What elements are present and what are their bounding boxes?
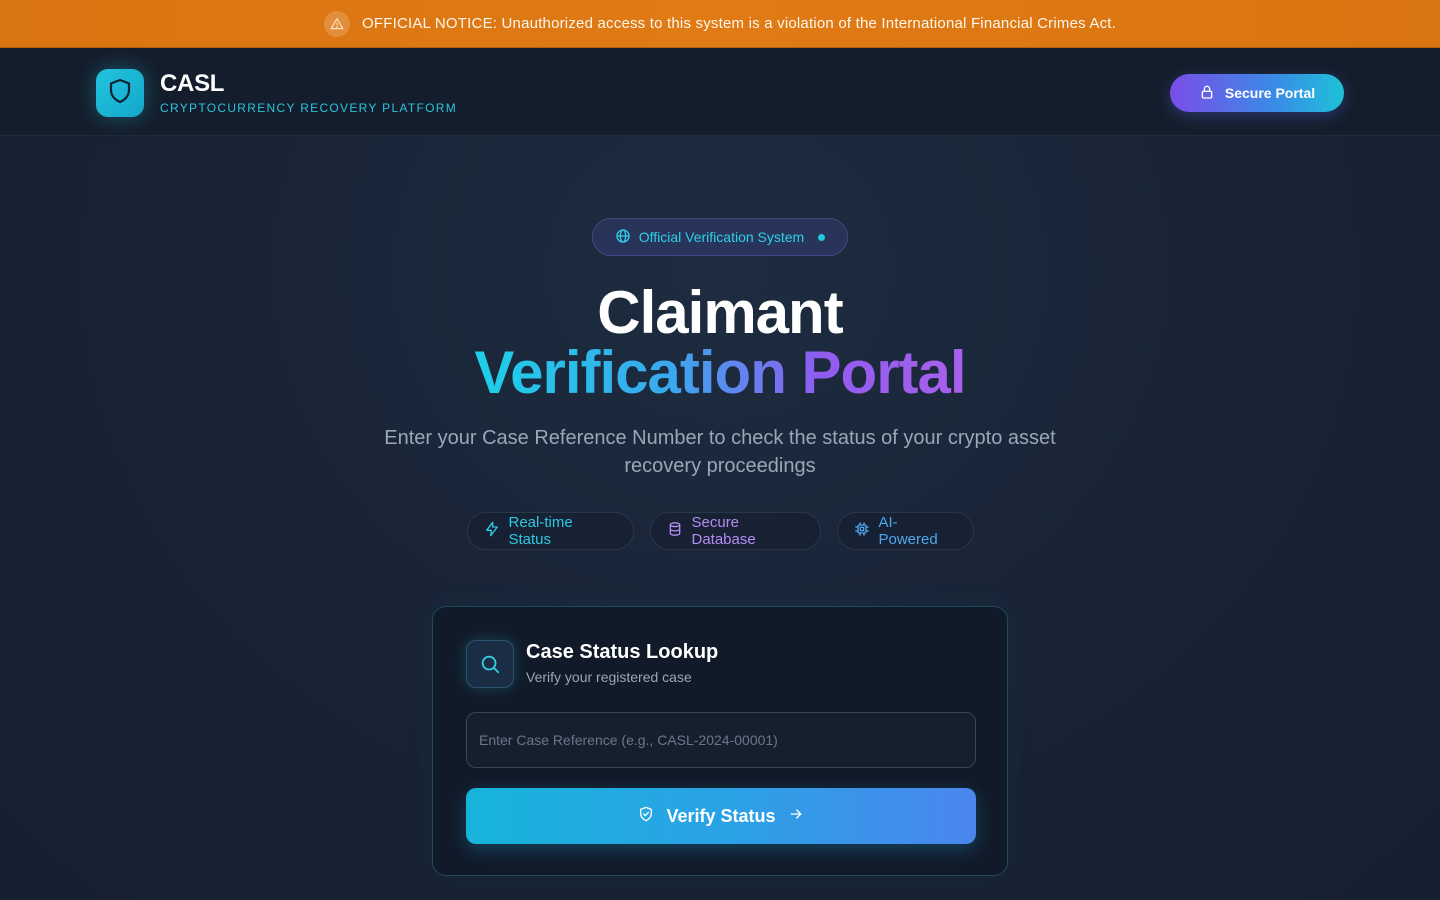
page-title-line1: Claimant (597, 279, 843, 346)
card-subtitle: Verify your registered case (526, 669, 692, 685)
card-title: Case Status Lookup (526, 641, 719, 663)
case-reference-input[interactable] (466, 712, 976, 768)
notice-text: OFFICIAL NOTICE: Unauthorized access to … (361, 15, 1117, 32)
page-title-line2: Verification Portal (474, 339, 966, 406)
secure-portal-button[interactable]: Secure Portal (1170, 74, 1344, 112)
verify-status-button[interactable]: Verify Status (466, 788, 976, 844)
shield-check-icon (638, 806, 654, 827)
feature-ai-powered: AI-Powered (836, 512, 974, 550)
feature-secure-database: Secure Database (649, 512, 821, 550)
brand-name: CASL (160, 70, 225, 97)
verify-status-label: Verify Status (666, 805, 776, 826)
site-header: CASL CRYPTOCURRENCY RECOVERY PLATFORM Se… (0, 48, 1440, 136)
case-status-lookup-card: Case Status Lookup Verify your registere… (432, 606, 1008, 876)
page-subtitle: Enter your Case Reference Number to chec… (384, 427, 1056, 477)
search-icon (466, 640, 514, 688)
logo[interactable] (96, 69, 144, 117)
lock-icon (1199, 84, 1215, 103)
globe-icon (615, 228, 631, 247)
secure-portal-label: Secure Portal (1224, 85, 1316, 101)
shield-icon (108, 78, 132, 109)
status-dot (818, 233, 826, 241)
feature-label: Secure Database (691, 514, 756, 548)
badge-label: Official Verification System (638, 229, 805, 245)
verification-system-badge: Official Verification System (592, 218, 848, 256)
feature-label: AI-Powered (878, 514, 938, 548)
lightning-icon (484, 521, 500, 541)
feature-realtime-status: Real-time Status (466, 512, 634, 550)
warning-triangle-icon (323, 10, 350, 37)
database-icon (667, 521, 683, 541)
brand-subtitle: CRYPTOCURRENCY RECOVERY PLATFORM (160, 101, 457, 115)
official-notice-banner: OFFICIAL NOTICE: Unauthorized access to … (0, 0, 1440, 48)
cpu-chip-icon (854, 521, 870, 541)
arrow-right-icon (788, 806, 804, 827)
feature-list: Real-time Status Secure Database AI-Powe… (0, 512, 1440, 550)
feature-label: Real-time Status (508, 514, 573, 548)
